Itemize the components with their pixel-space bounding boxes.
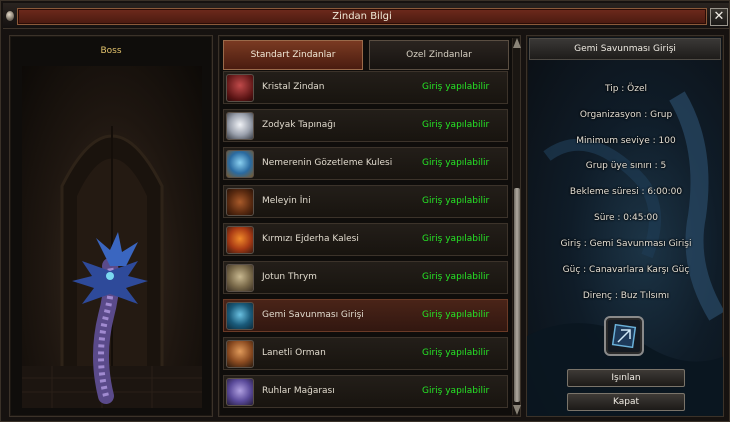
detail-entrance: Giriş : Gemi Savunması Girişi xyxy=(560,239,692,249)
pin-icon xyxy=(6,11,14,21)
boss-panel: Boss xyxy=(9,35,213,417)
detail-cooldown: Bekleme süresi : 6:00:00 xyxy=(569,187,683,197)
dungeon-status: Giriş yapılabilir xyxy=(422,386,490,396)
dungeon-row-kristal-zindan[interactable]: Kristal Zindan Giriş yapılabilir xyxy=(223,71,508,104)
dungeon-name: Nemerenin Gözetleme Kulesi xyxy=(262,158,393,168)
tab-special-dungeons[interactable]: Ozel Zindanlar xyxy=(369,40,509,70)
meley-lair-icon xyxy=(226,188,254,216)
detail-min-level: Minimum seviye : 100 xyxy=(576,136,676,146)
dungeon-status: Giriş yapılabilir xyxy=(422,158,490,168)
dungeon-status: Giriş yapılabilir xyxy=(422,272,490,282)
dungeon-status: Giriş yapılabilir xyxy=(422,196,490,206)
title-bar[interactable]: Zindan Bilgi ✕ xyxy=(3,3,729,29)
dungeon-status: Giriş yapılabilir xyxy=(422,310,490,320)
dungeon-status: Giriş yapılabilir xyxy=(422,234,490,244)
dungeon-status: Giriş yapılabilir xyxy=(422,120,490,130)
dungeon-list-panel: Standart Zindanlar Ozel Zindanlar Krista… xyxy=(218,35,521,417)
spirit-cave-icon xyxy=(226,378,254,406)
dungeon-info-window: Zindan Bilgi ✕ Boss Standart Zindanlar O… xyxy=(0,0,730,422)
dungeon-name: Kırmızı Ejderha Kalesi xyxy=(262,234,359,244)
ice-talisman-icon xyxy=(604,316,644,356)
tab-standard-dungeons[interactable]: Standart Zindanlar xyxy=(223,40,363,70)
dungeon-details-panel: Gemi Savunması Girişi Tip : Özel Organiz… xyxy=(526,35,724,417)
dungeon-name: Jotun Thrym xyxy=(262,272,317,282)
scrollbar[interactable] xyxy=(512,38,521,415)
close-dialog-button[interactable]: Kapat xyxy=(567,393,685,411)
dungeon-status: Giriş yapılabilir xyxy=(422,348,490,358)
nemere-tower-icon xyxy=(226,150,254,178)
dungeon-row-kirmizi-ejderha[interactable]: Kırmızı Ejderha Kalesi Giriş yapılabilir xyxy=(223,223,508,256)
dungeon-row-ruhlar-magarasi[interactable]: Ruhlar Mağarası Giriş yapılabilir xyxy=(223,375,508,408)
dungeon-name: Meleyin İni xyxy=(262,196,311,206)
detail-group-limit: Grup üye sınırı : 5 xyxy=(585,161,667,171)
dungeon-name: Lanetli Orman xyxy=(262,348,326,358)
dungeon-name: Ruhlar Mağarası xyxy=(262,386,335,396)
dungeon-name: Zodyak Tapınağı xyxy=(262,120,336,130)
detail-organization: Organizasyon : Grup xyxy=(579,110,673,120)
dungeon-row-jotun-thrym[interactable]: Jotun Thrym Giriş yapılabilir xyxy=(223,261,508,294)
scrollbar-thumb[interactable] xyxy=(514,188,520,402)
jotun-thrym-icon xyxy=(226,264,254,292)
close-button[interactable]: ✕ xyxy=(710,8,728,26)
boss-label: Boss xyxy=(100,46,122,56)
dungeon-row-zodyak-tapinagi[interactable]: Zodyak Tapınağı Giriş yapılabilir xyxy=(223,109,508,142)
details-title: Gemi Savunması Girişi xyxy=(529,38,721,60)
red-dragon-castle-icon xyxy=(226,226,254,254)
dungeon-row-meleyin-ini[interactable]: Meleyin İni Giriş yapılabilir xyxy=(223,185,508,218)
zodiac-temple-icon xyxy=(226,112,254,140)
ship-defense-icon xyxy=(226,302,254,330)
scroll-up-arrow-icon[interactable] xyxy=(513,38,521,48)
boss-preview-image xyxy=(22,66,202,408)
crystal-dungeon-icon xyxy=(226,74,254,102)
cursed-forest-icon xyxy=(226,340,254,368)
dungeon-name: Kristal Zindan xyxy=(262,82,325,92)
scroll-down-arrow-icon[interactable] xyxy=(513,405,521,415)
dungeon-name: Gemi Savunması Girişi xyxy=(262,310,364,320)
dungeon-status: Giriş yapılabilir xyxy=(422,82,490,92)
teleport-button[interactable]: Işınlan xyxy=(567,369,685,387)
dungeon-row-gemi-savunmasi[interactable]: Gemi Savunması Girişi Giriş yapılabilir xyxy=(223,299,508,332)
detail-duration: Süre : 0:45:00 xyxy=(594,213,658,223)
detail-power: Güç : Canavarlara Karşı Güç xyxy=(562,265,690,275)
window-title: Zindan Bilgi xyxy=(17,8,707,25)
dungeon-row-lanetli-orman[interactable]: Lanetli Orman Giriş yapılabilir xyxy=(223,337,508,370)
detail-type: Tip : Özel xyxy=(604,84,648,94)
detail-resistance: Direnç : Buz Tılsımı xyxy=(582,291,670,301)
dungeon-row-nemere-kulesi[interactable]: Nemerenin Gözetleme Kulesi Giriş yapılab… xyxy=(223,147,508,180)
